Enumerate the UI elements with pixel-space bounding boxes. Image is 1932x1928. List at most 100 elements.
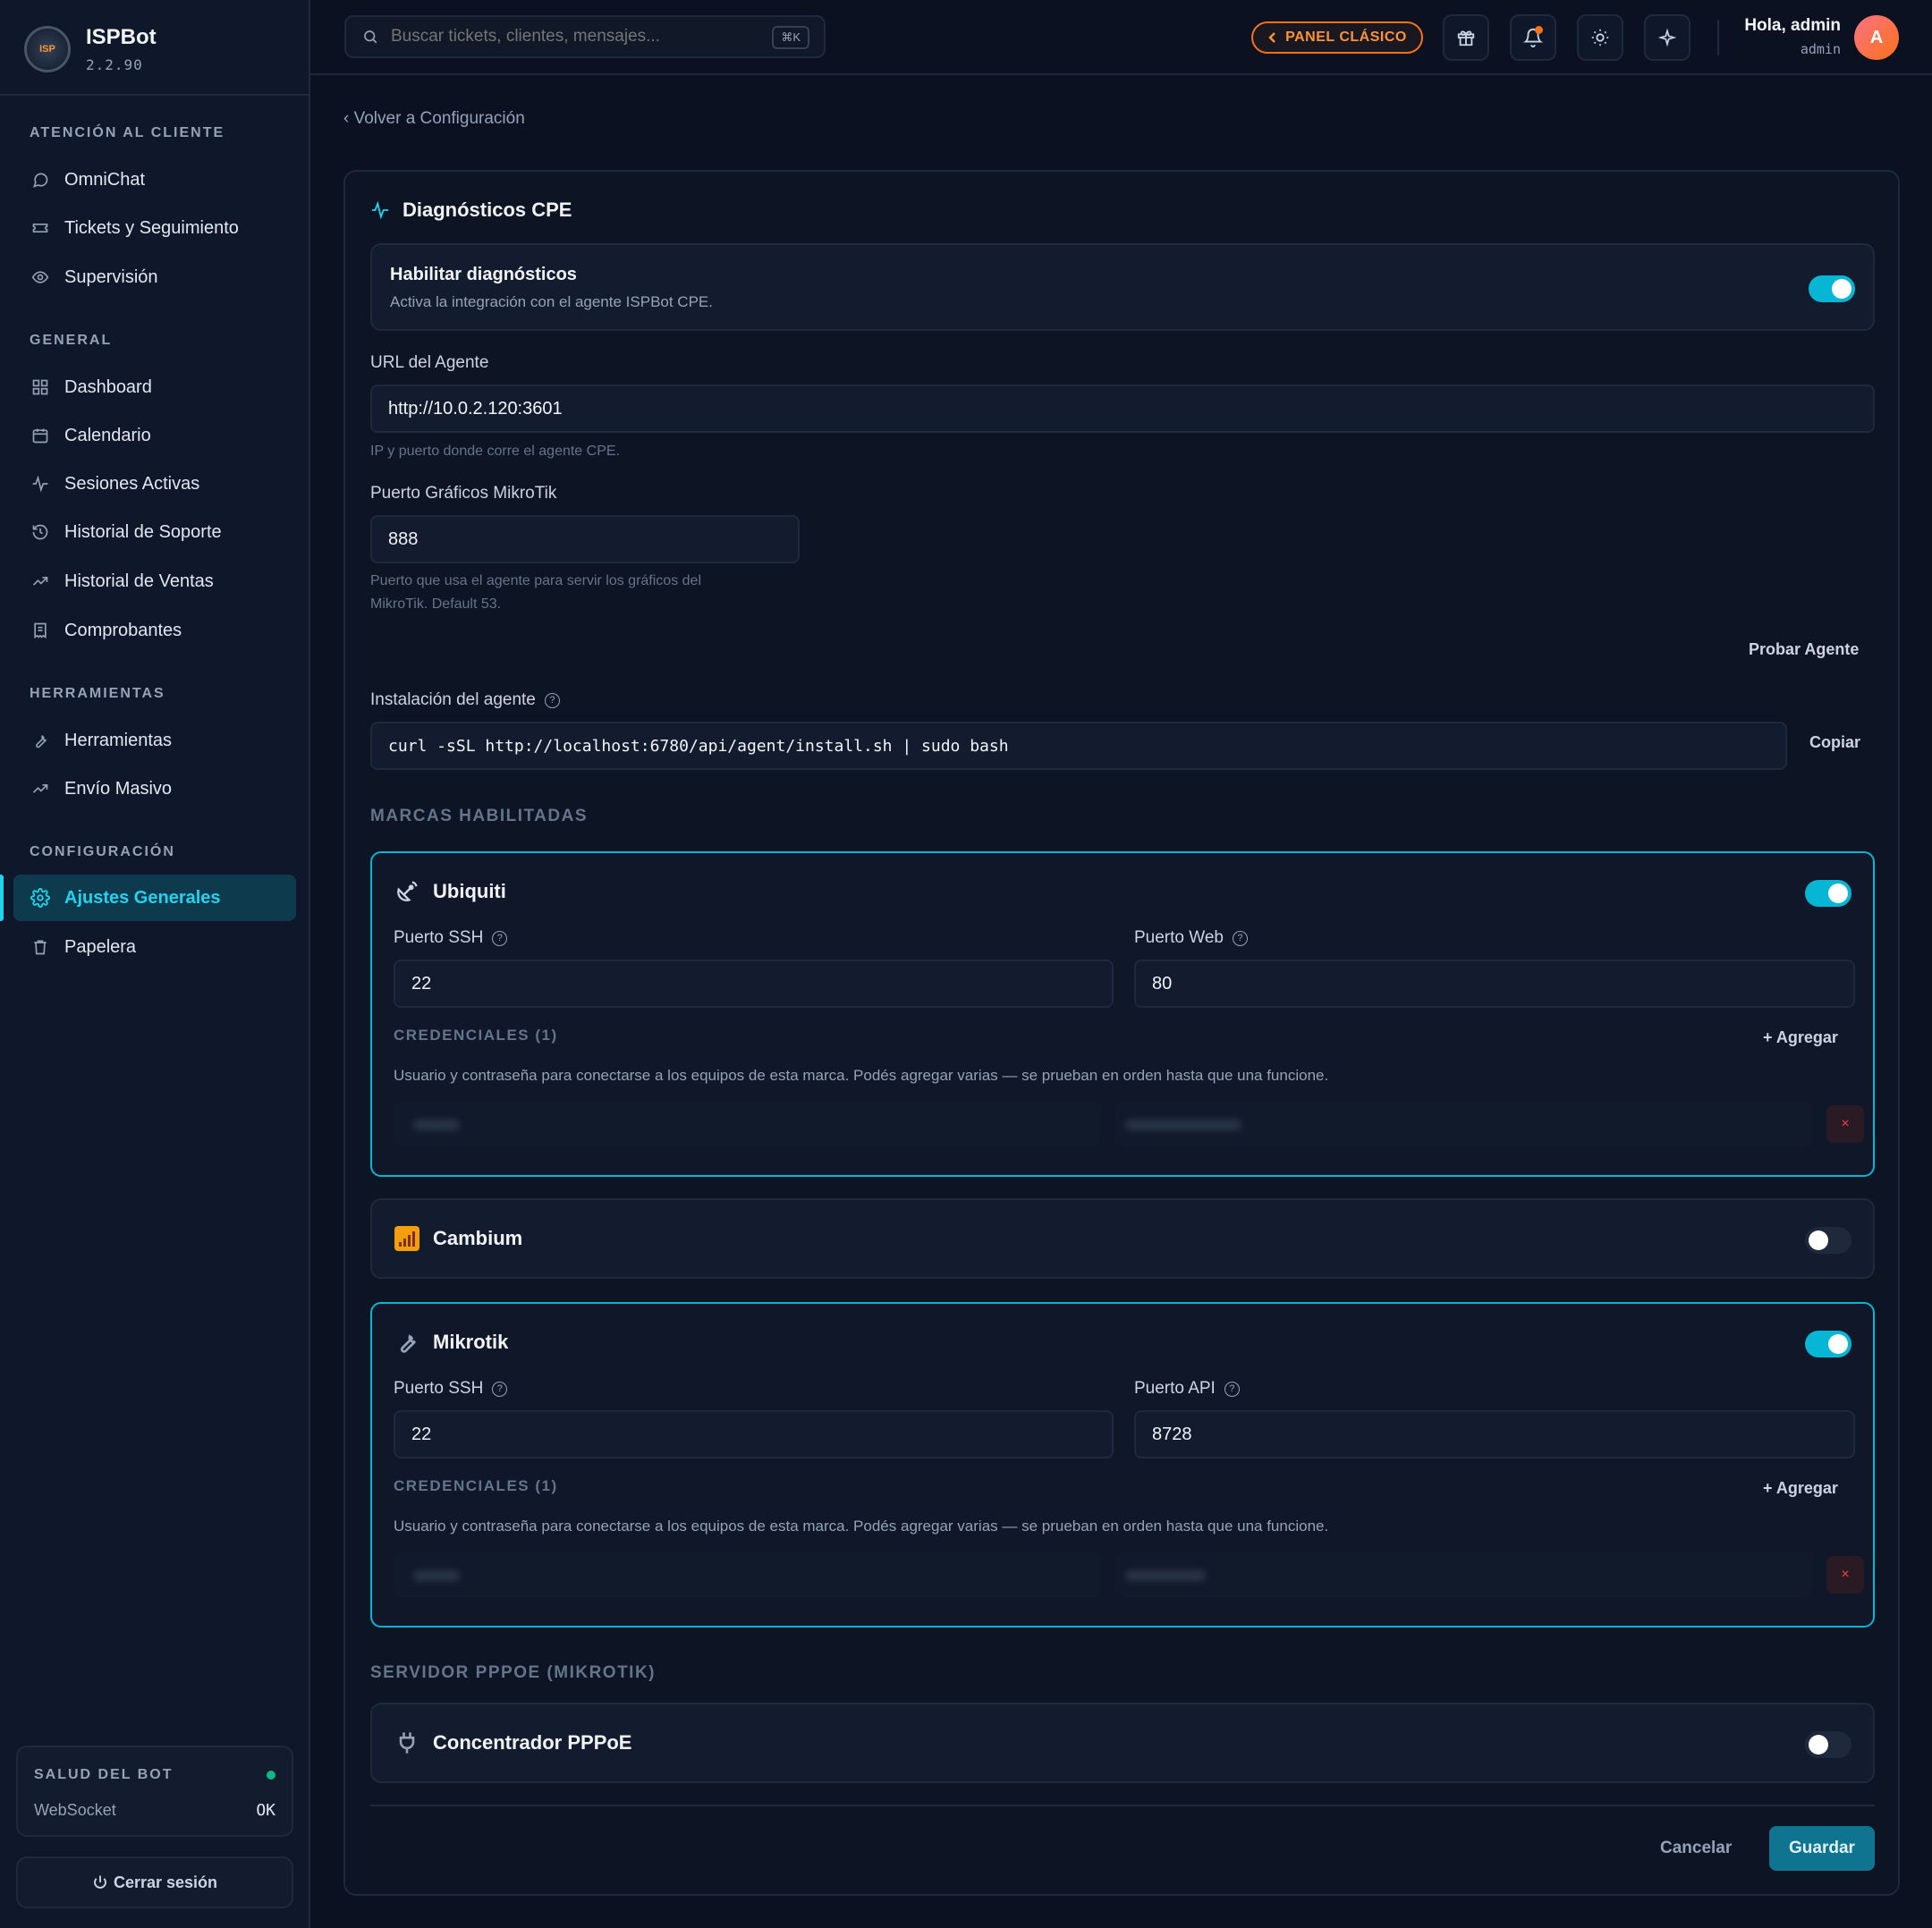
credential-user-field[interactable] bbox=[394, 1552, 1100, 1597]
brand-header: ISP ISPBot 2.2.90 bbox=[0, 0, 309, 96]
sidebar-item-ajustes-generales[interactable]: Ajustes Generales bbox=[13, 875, 296, 921]
activity-icon bbox=[370, 200, 390, 220]
sidebar-item-label: Sesiones Activas bbox=[64, 473, 200, 494]
sidebar-item-calendario[interactable]: Calendario bbox=[13, 412, 296, 459]
sidebar-item-herramientas[interactable]: Herramientas bbox=[13, 717, 296, 764]
enable-diagnostics-toggle[interactable] bbox=[1809, 275, 1855, 302]
sidebar-item-label: Papelera bbox=[64, 936, 137, 957]
credentials-title: CREDENCIALES (1) bbox=[394, 1027, 558, 1044]
section-title-herramientas: HERRAMIENTAS bbox=[30, 686, 165, 701]
footer-divider bbox=[370, 1805, 1875, 1806]
sidebar-item-supervision[interactable]: Supervisión bbox=[13, 254, 296, 300]
redacted-text bbox=[1125, 1570, 1206, 1581]
search-input[interactable] bbox=[391, 27, 767, 47]
search-box[interactable]: ⌘K bbox=[344, 15, 826, 58]
theme-toggle-button[interactable] bbox=[1577, 14, 1623, 61]
copy-button[interactable]: Copiar bbox=[1809, 733, 1860, 752]
ssh-port-label-text: Puerto SSH bbox=[394, 1379, 484, 1398]
back-link[interactable]: ‹ Volver a Configuración bbox=[343, 109, 525, 129]
install-command[interactable]: curl -sSL http://localhost:6780/api/agen… bbox=[370, 722, 1787, 770]
section-title-atencion: ATENCIÓN AL CLIENTE bbox=[30, 125, 225, 140]
sun-icon bbox=[1590, 28, 1610, 47]
sidebar-item-label: Historial de Ventas bbox=[64, 571, 214, 591]
test-agent-button[interactable]: Probar Agente bbox=[1749, 640, 1859, 659]
app-name: ISPBot bbox=[86, 25, 157, 49]
pppoe-name: Concentrador PPPoE bbox=[433, 1731, 632, 1754]
eye-icon bbox=[30, 266, 51, 288]
credential-user-field[interactable] bbox=[394, 1102, 1100, 1146]
credential-password-field[interactable] bbox=[1116, 1102, 1812, 1146]
receipt-icon bbox=[30, 620, 51, 641]
help-icon[interactable]: ? bbox=[1224, 1381, 1240, 1397]
sidebar-item-historial-ventas[interactable]: Historial de Ventas bbox=[13, 558, 296, 605]
sidebar-item-dashboard[interactable]: Dashboard bbox=[13, 364, 296, 410]
ai-sparkle-button[interactable] bbox=[1644, 14, 1690, 61]
install-label-text: Instalación del agente bbox=[370, 690, 536, 709]
notifications-button[interactable] bbox=[1510, 14, 1556, 61]
search-shortcut: ⌘K bbox=[772, 26, 809, 49]
remove-credential-button[interactable]: × bbox=[1826, 1556, 1864, 1594]
greeting-text: Hola, admin bbox=[1744, 16, 1841, 35]
power-icon bbox=[92, 1874, 108, 1890]
remove-credential-button[interactable]: × bbox=[1826, 1105, 1864, 1143]
ubiquiti-ssh-port-input[interactable]: 22 bbox=[394, 960, 1114, 1008]
sidebar-item-historial-soporte[interactable]: Historial de Soporte bbox=[13, 509, 296, 555]
sidebar-item-papelera[interactable]: Papelera bbox=[13, 924, 296, 970]
avatar[interactable]: A bbox=[1854, 15, 1899, 60]
mikrotik-ssh-port-input[interactable]: 22 bbox=[394, 1410, 1114, 1459]
bot-health-card: SALUD DEL BOT WebSocket OK bbox=[16, 1746, 293, 1837]
ssh-port-label-text: Puerto SSH bbox=[394, 928, 484, 947]
logout-button[interactable]: Cerrar sesión bbox=[16, 1856, 293, 1908]
agent-url-input[interactable]: http://10.0.2.120:3601 bbox=[370, 385, 1875, 433]
graph-port-hint-1: Puerto que usa el agente para servir los… bbox=[370, 573, 701, 588]
ticket-icon bbox=[30, 217, 51, 239]
brand-title: Cambium bbox=[394, 1225, 522, 1252]
help-icon[interactable]: ? bbox=[492, 930, 508, 946]
credential-password-field[interactable] bbox=[1116, 1552, 1812, 1597]
graph-port-hint-2: MikroTik. Default 53. bbox=[370, 596, 502, 612]
brand-card-cambium: Cambium bbox=[370, 1198, 1875, 1279]
sidebar-item-label: Supervisión bbox=[64, 266, 158, 287]
sidebar-item-envio-masivo[interactable]: Envío Masivo bbox=[13, 765, 296, 812]
logout-label: Cerrar sesión bbox=[113, 1873, 218, 1891]
ispbot-logo[interactable]: ISP bbox=[24, 26, 71, 72]
cambium-toggle[interactable] bbox=[1805, 1227, 1852, 1254]
calendar-icon bbox=[30, 425, 51, 446]
sidebar-item-label: Comprobantes bbox=[64, 620, 182, 640]
agent-url-label: URL del Agente bbox=[370, 353, 489, 372]
gift-icon bbox=[1456, 28, 1476, 47]
wrench-icon bbox=[30, 730, 51, 751]
toggle-knob bbox=[1828, 884, 1848, 903]
pppoe-toggle[interactable] bbox=[1805, 1731, 1852, 1758]
sidebar-item-omnichat[interactable]: OmniChat bbox=[13, 156, 296, 203]
sidebar: ISP ISPBot 2.2.90 ATENCIÓN AL CLIENTE Om… bbox=[0, 0, 310, 1928]
add-credential-button[interactable]: + Agregar bbox=[1763, 1028, 1838, 1047]
help-icon[interactable]: ? bbox=[544, 692, 560, 708]
sidebar-item-comprobantes[interactable]: Comprobantes bbox=[13, 607, 296, 654]
sidebar-item-sesiones[interactable]: Sesiones Activas bbox=[13, 461, 296, 507]
enable-title: Habilitar diagnósticos bbox=[390, 265, 577, 284]
cancel-button[interactable]: Cancelar bbox=[1660, 1839, 1732, 1858]
save-button[interactable]: Guardar bbox=[1769, 1826, 1875, 1871]
add-credential-button[interactable]: + Agregar bbox=[1763, 1479, 1838, 1498]
brand-name: Mikrotik bbox=[433, 1331, 509, 1353]
graph-port-label: Puerto Gráficos MikroTik bbox=[370, 484, 557, 503]
mikrotik-api-port-input[interactable]: 8728 bbox=[1134, 1410, 1855, 1459]
plug-icon bbox=[394, 1729, 420, 1756]
pppoe-card: Concentrador PPPoE bbox=[370, 1703, 1875, 1783]
classic-panel-label: PANEL CLÁSICO bbox=[1285, 30, 1407, 45]
health-label: WebSocket bbox=[34, 1801, 116, 1819]
search-icon bbox=[362, 29, 378, 45]
gift-button[interactable] bbox=[1443, 14, 1489, 61]
ubiquiti-toggle[interactable] bbox=[1805, 880, 1852, 907]
health-title: SALUD DEL BOT bbox=[34, 1767, 174, 1782]
help-icon[interactable]: ? bbox=[1232, 930, 1248, 946]
classic-panel-button[interactable]: PANEL CLÁSICO bbox=[1251, 21, 1423, 54]
redacted-text bbox=[413, 1120, 460, 1130]
graph-port-input[interactable]: 888 bbox=[370, 515, 800, 563]
help-icon[interactable]: ? bbox=[492, 1381, 508, 1397]
mikrotik-toggle[interactable] bbox=[1805, 1331, 1852, 1357]
ubiquiti-web-port-input[interactable]: 80 bbox=[1134, 960, 1855, 1008]
activity-icon bbox=[30, 473, 51, 495]
sidebar-item-tickets[interactable]: Tickets y Seguimiento bbox=[13, 205, 296, 251]
